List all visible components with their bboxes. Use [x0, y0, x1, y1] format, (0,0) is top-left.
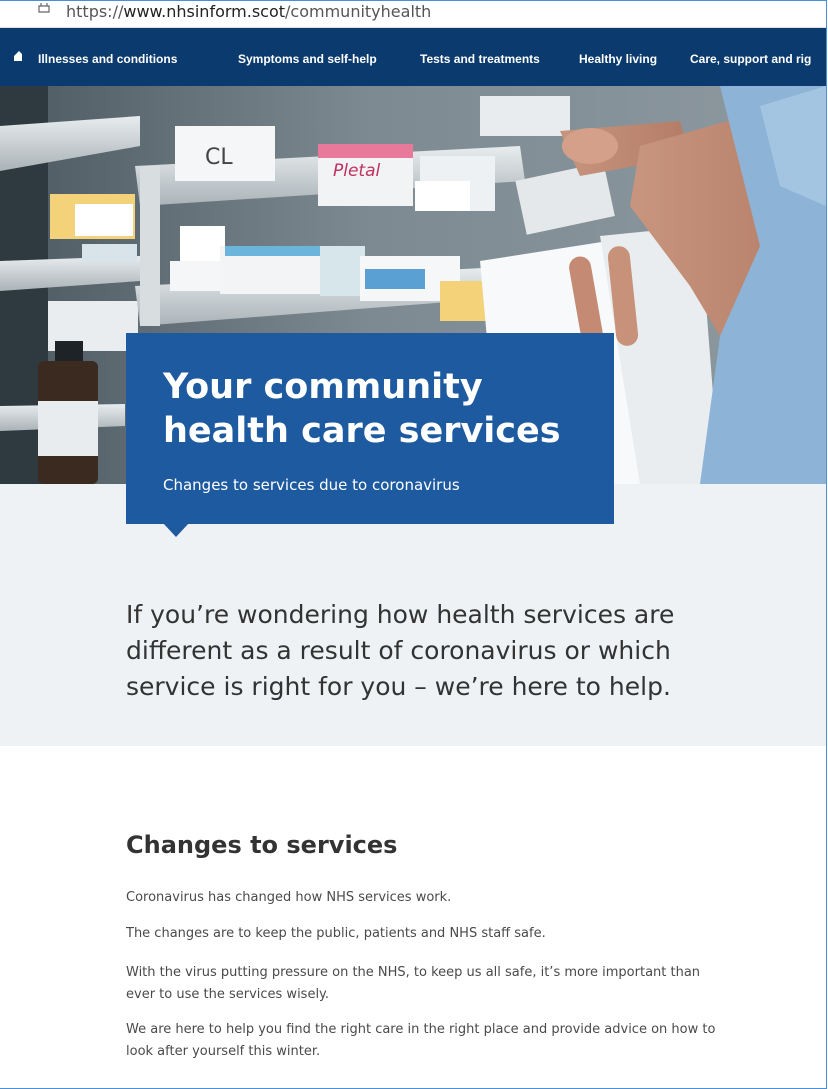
url-host: www.nhsinform.scot [123, 2, 286, 21]
nav-item-care-support-and-rights[interactable]: Care, support and rig [690, 52, 811, 66]
nav-item-illnesses-and-conditions[interactable]: Illnesses and conditions [38, 52, 177, 66]
home-icon[interactable] [14, 48, 24, 62]
page-title: Your community health care services [163, 365, 561, 453]
page-title-line-2: health care services [163, 411, 561, 451]
paragraph: Coronavirus has changed how NHS services… [126, 890, 452, 905]
browser-window: https://www.nhsinform.scot/communityheal… [0, 0, 827, 1089]
nav-item-tests-and-treatments[interactable]: Tests and treatments [420, 52, 540, 66]
intro-lead-text: If you’re wondering how health services … [126, 600, 675, 701]
address-bar[interactable]: https://www.nhsinform.scot/communityheal… [0, 1, 826, 28]
url-path: /communityhealth [285, 2, 432, 21]
page-subtitle: Changes to services due to coronavirus [163, 476, 460, 494]
nav-item-symptoms-and-self-help[interactable]: Symptoms and self-help [238, 52, 377, 66]
page-title-line-1: Your community [163, 367, 483, 407]
title-box-pointer [163, 523, 189, 537]
svg-text:CL: CL [205, 145, 233, 170]
section-heading: Changes to services [126, 831, 398, 859]
main-content: Changes to services Coronavirus has chan… [126, 831, 746, 1059]
paragraph: We are here to help you find the right c… [126, 1022, 716, 1059]
paragraph: The changes are to keep the public, pati… [126, 926, 546, 941]
lock-icon [38, 3, 50, 13]
hero-title-box: Your community health care services Chang… [126, 333, 614, 524]
svg-text:Pletal: Pletal [333, 161, 381, 181]
nav-item-healthy-living[interactable]: Healthy living [579, 52, 657, 66]
url-prefix: https:// [66, 2, 124, 21]
main-navigation: Illnesses and conditions Symptoms and se… [0, 28, 826, 86]
paragraph: With the virus putting pressure on the N… [126, 965, 701, 1002]
url-text[interactable]: https://www.nhsinform.scot/communityheal… [66, 1, 431, 23]
